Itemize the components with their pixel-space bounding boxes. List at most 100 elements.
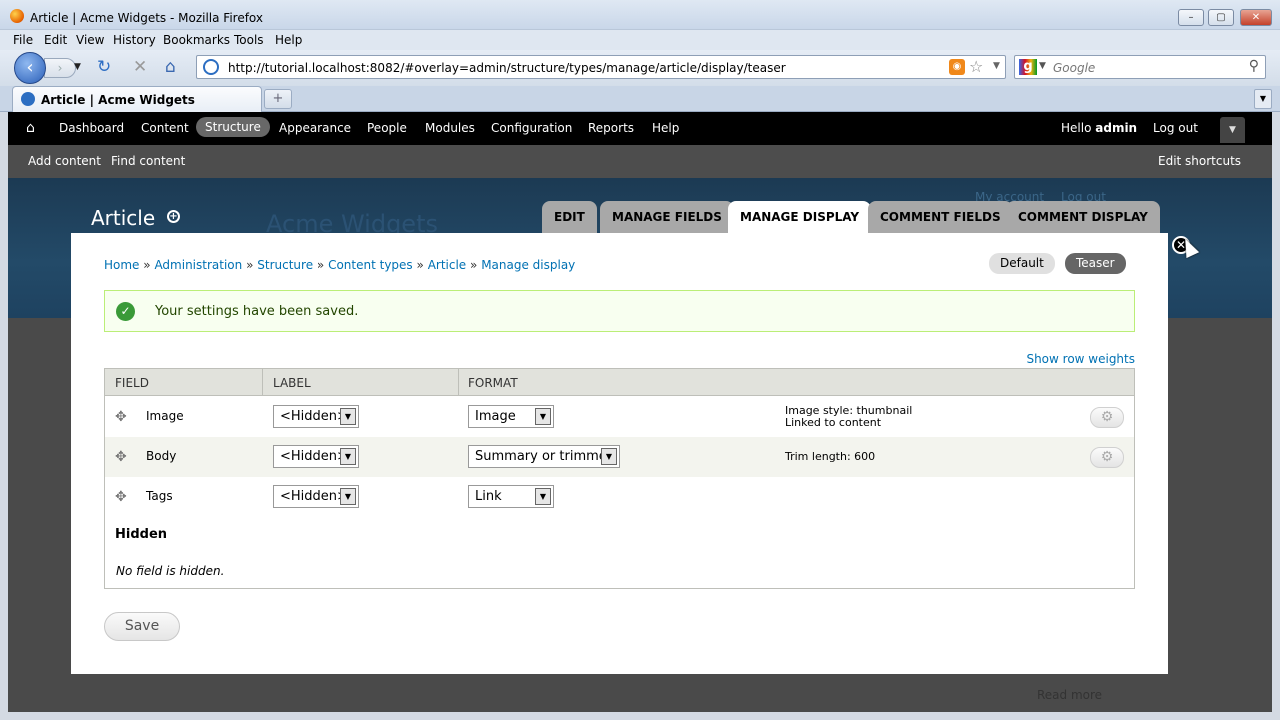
search-icon[interactable]: ⚲ <box>1249 58 1259 74</box>
format-select[interactable]: Link ▼ <box>468 485 554 508</box>
browser-status-bar <box>0 712 1280 720</box>
label-select-value: <Hidden> <box>280 409 348 424</box>
tab-list-button[interactable]: ▼ <box>1254 89 1272 109</box>
reload-icon[interactable]: ↻ <box>97 57 111 77</box>
format-summary-line: Trim length: 600 <box>785 450 876 463</box>
add-shortcut-icon[interactable]: + <box>167 210 180 223</box>
toolbar-home-icon[interactable]: ⌂ <box>26 120 35 136</box>
tab-comment-display[interactable]: COMMENT DISPLAY <box>1006 201 1160 233</box>
label-select[interactable]: <Hidden> ▼ <box>273 445 359 468</box>
menu-help[interactable]: Help <box>275 33 302 47</box>
url-bar[interactable]: http://tutorial.localhost:8082/#overlay=… <box>196 55 1006 79</box>
toolbar-content[interactable]: Content <box>141 121 189 135</box>
format-select[interactable]: Summary or trimmed ▼ <box>468 445 620 468</box>
tab-manage-display[interactable]: MANAGE DISPLAY <box>728 201 872 234</box>
gear-icon: ⚙ <box>1100 409 1114 425</box>
username-link[interactable]: admin <box>1095 121 1137 135</box>
chevron-down-icon: ▼ <box>340 488 356 505</box>
url-text[interactable]: http://tutorial.localhost:8082/#overlay=… <box>228 61 786 75</box>
greeting: Hello admin <box>1061 121 1137 135</box>
minimize-button[interactable]: – <box>1178 9 1204 26</box>
toolbar-dashboard[interactable]: Dashboard <box>59 121 124 135</box>
close-window-button[interactable]: ✕ <box>1240 9 1272 26</box>
bookmark-star-icon[interactable]: ☆ <box>969 57 983 76</box>
stop-icon[interactable]: ✕ <box>133 57 147 77</box>
tab-manage-fields[interactable]: MANAGE FIELDS <box>600 201 734 233</box>
read-more-link[interactable]: Read more <box>1037 688 1102 702</box>
breadcrumb-administration[interactable]: Administration <box>154 258 242 272</box>
format-settings-button[interactable]: ⚙ <box>1090 447 1124 468</box>
menu-tools[interactable]: Tools <box>234 33 264 47</box>
show-row-weights-link[interactable]: Show row weights <box>1026 352 1135 366</box>
tab-comment-fields[interactable]: COMMENT FIELDS <box>868 201 1013 233</box>
drag-handle-icon[interactable]: ✥ <box>115 490 127 504</box>
edit-shortcuts-link[interactable]: Edit shortcuts <box>1158 154 1241 168</box>
page-viewport: ⌂ Dashboard Content Structure Appearance… <box>8 112 1272 712</box>
fields-table: FIELD LABEL FORMAT ✥ Image <Hidden> ▼ Im… <box>104 368 1135 589</box>
label-select-value: <Hidden> <box>280 489 348 504</box>
history-dropdown-icon[interactable]: ▼ <box>74 62 81 72</box>
toolbar-reports[interactable]: Reports <box>588 121 634 135</box>
shortcuts-bar: Add content Find content Edit shortcuts <box>8 145 1272 178</box>
window-title: Article | Acme Widgets - Mozilla Firefox <box>30 11 263 25</box>
toolbar-structure[interactable]: Structure <box>196 117 270 137</box>
logout-link[interactable]: Log out <box>1153 121 1198 135</box>
hidden-region-empty-text: No field is hidden. <box>116 564 225 578</box>
url-dropdown-icon[interactable]: ▼ <box>993 61 1000 71</box>
table-header: FIELD LABEL FORMAT <box>105 369 1134 396</box>
back-button[interactable]: ‹ <box>14 52 46 84</box>
back-icon: ‹ <box>26 57 34 78</box>
toolbar-appearance[interactable]: Appearance <box>279 121 351 135</box>
rss-icon[interactable]: ◉ <box>949 59 965 75</box>
breadcrumb-content-types[interactable]: Content types <box>328 258 413 272</box>
header-field: FIELD <box>115 376 149 390</box>
breadcrumb-separator: » <box>246 258 254 272</box>
breadcrumb: Home » Administration » Structure » Cont… <box>104 258 575 272</box>
format-select-value: Link <box>475 489 502 504</box>
breadcrumb-manage-display[interactable]: Manage display <box>481 258 575 272</box>
menu-file[interactable]: File <box>13 33 33 47</box>
view-mode-teaser[interactable]: Teaser <box>1065 253 1126 274</box>
format-select[interactable]: Image ▼ <box>468 405 554 428</box>
toolbar-drawer-toggle[interactable]: ▼ <box>1220 117 1245 143</box>
search-engine-dropdown-icon[interactable]: ▼ <box>1039 61 1046 71</box>
new-tab-button[interactable]: + <box>264 89 292 109</box>
menu-view[interactable]: View <box>76 33 104 47</box>
shortcut-find-content[interactable]: Find content <box>111 154 185 168</box>
toolbar-configuration[interactable]: Configuration <box>491 121 572 135</box>
browser-tab[interactable]: Article | Acme Widgets <box>12 86 262 112</box>
drag-handle-icon[interactable]: ✥ <box>115 410 127 424</box>
menu-bookmarks[interactable]: Bookmarks <box>163 33 230 47</box>
label-select[interactable]: <Hidden> ▼ <box>273 485 359 508</box>
header-label: LABEL <box>273 376 311 390</box>
table-row: ✥ Body <Hidden> ▼ Summary or trimmed ▼ T… <box>105 437 1134 477</box>
format-settings-button[interactable]: ⚙ <box>1090 407 1124 428</box>
forward-button[interactable]: › <box>44 58 76 78</box>
google-engine-icon[interactable]: g <box>1019 59 1037 75</box>
toolbar-modules[interactable]: Modules <box>425 121 475 135</box>
breadcrumb-article[interactable]: Article <box>428 258 467 272</box>
menu-history[interactable]: History <box>113 33 156 47</box>
breadcrumb-home[interactable]: Home <box>104 258 139 272</box>
table-row: ✥ Image <Hidden> ▼ Image ▼ Image style: … <box>105 397 1134 437</box>
hidden-region-heading: Hidden <box>115 527 168 542</box>
header-divider <box>262 369 263 396</box>
view-mode-default[interactable]: Default <box>989 253 1055 274</box>
tab-edit[interactable]: EDIT <box>542 201 597 233</box>
search-placeholder[interactable]: Google <box>1053 61 1095 75</box>
home-icon[interactable]: ⌂ <box>165 57 176 77</box>
breadcrumb-structure[interactable]: Structure <box>257 258 313 272</box>
shortcut-add-content[interactable]: Add content <box>28 154 101 168</box>
menu-edit[interactable]: Edit <box>44 33 67 47</box>
search-bar[interactable]: g ▼ Google ⚲ <box>1014 55 1266 79</box>
toolbar-help[interactable]: Help <box>652 121 679 135</box>
field-name: Image <box>146 409 184 423</box>
maximize-button[interactable]: ▢ <box>1208 9 1234 26</box>
overlay-dialog: Home » Administration » Structure » Cont… <box>71 233 1168 674</box>
format-select-value: Summary or trimmed <box>475 449 616 464</box>
drag-handle-icon[interactable]: ✥ <box>115 450 127 464</box>
toolbar-people[interactable]: People <box>367 121 407 135</box>
label-select[interactable]: <Hidden> ▼ <box>273 405 359 428</box>
site-identity-icon[interactable] <box>203 59 219 75</box>
save-button[interactable]: Save <box>104 612 180 641</box>
